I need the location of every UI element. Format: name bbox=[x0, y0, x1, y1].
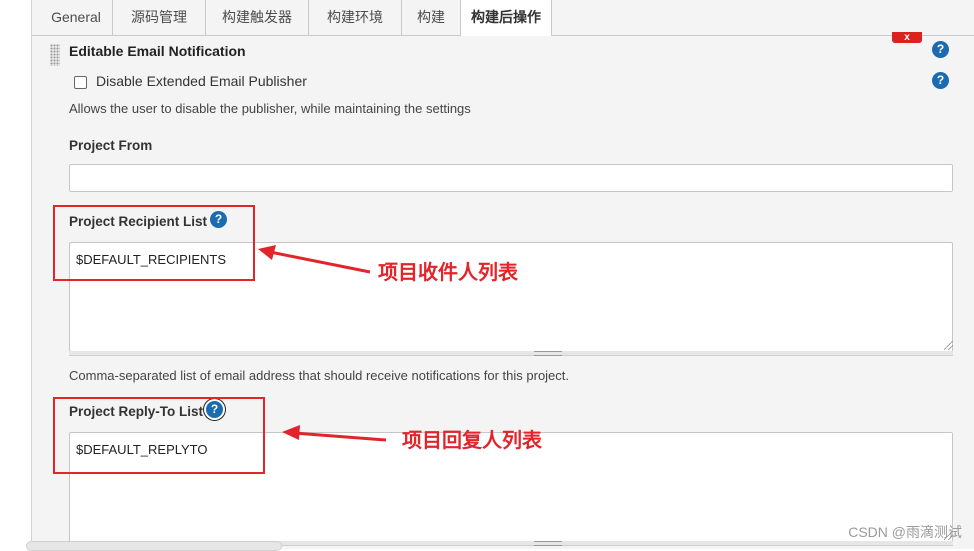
csdn-watermark: CSDN @雨滴测试 bbox=[848, 524, 962, 540]
drag-handle-icon[interactable] bbox=[50, 44, 60, 66]
reply-to-highlight-box bbox=[53, 397, 265, 474]
tab-build[interactable]: 构建 bbox=[402, 0, 461, 35]
disable-publisher-checkbox[interactable] bbox=[74, 76, 87, 89]
left-gutter bbox=[0, 0, 31, 549]
config-tabbar: General 源码管理 构建触发器 构建环境 构建 构建后操作 bbox=[32, 0, 974, 36]
delete-section-button[interactable]: x bbox=[892, 32, 922, 43]
tab-build-triggers[interactable]: 构建触发器 bbox=[206, 0, 309, 35]
help-icon[interactable]: ? bbox=[932, 41, 949, 58]
splitter-knob-icon bbox=[534, 541, 562, 546]
disable-publisher-description: Allows the user to disable the publisher… bbox=[69, 101, 471, 116]
project-from-label: Project From bbox=[69, 138, 153, 153]
project-from-input[interactable] bbox=[69, 164, 953, 192]
tab-post-build-actions[interactable]: 构建后操作 bbox=[460, 0, 552, 36]
horizontal-scrollbar[interactable] bbox=[26, 541, 282, 551]
disable-publisher-label[interactable]: Disable Extended Email Publisher bbox=[96, 73, 307, 89]
recipient-highlight-box bbox=[53, 205, 255, 281]
tab-build-environment[interactable]: 构建环境 bbox=[309, 0, 402, 35]
recipient-resize-grip-icon[interactable] bbox=[944, 341, 953, 350]
disable-publisher-help-icon[interactable]: ? bbox=[932, 72, 949, 89]
recipient-arrow-icon bbox=[258, 245, 371, 274]
splitter-knob-icon bbox=[534, 351, 562, 356]
section-title: Editable Email Notification bbox=[69, 43, 246, 59]
tab-source-code-management[interactable]: 源码管理 bbox=[113, 0, 206, 35]
reply-to-annotation: 项目回复人列表 bbox=[402, 428, 542, 452]
config-panel: General 源码管理 构建触发器 构建环境 构建 构建后操作 Editabl… bbox=[31, 0, 974, 549]
tab-general[interactable]: General bbox=[40, 0, 113, 35]
reply-to-arrow-icon bbox=[282, 425, 387, 442]
recipient-splitter[interactable] bbox=[69, 351, 953, 356]
recipient-list-description: Comma-separated list of email address th… bbox=[69, 368, 570, 383]
recipient-annotation: 项目收件人列表 bbox=[378, 260, 518, 284]
